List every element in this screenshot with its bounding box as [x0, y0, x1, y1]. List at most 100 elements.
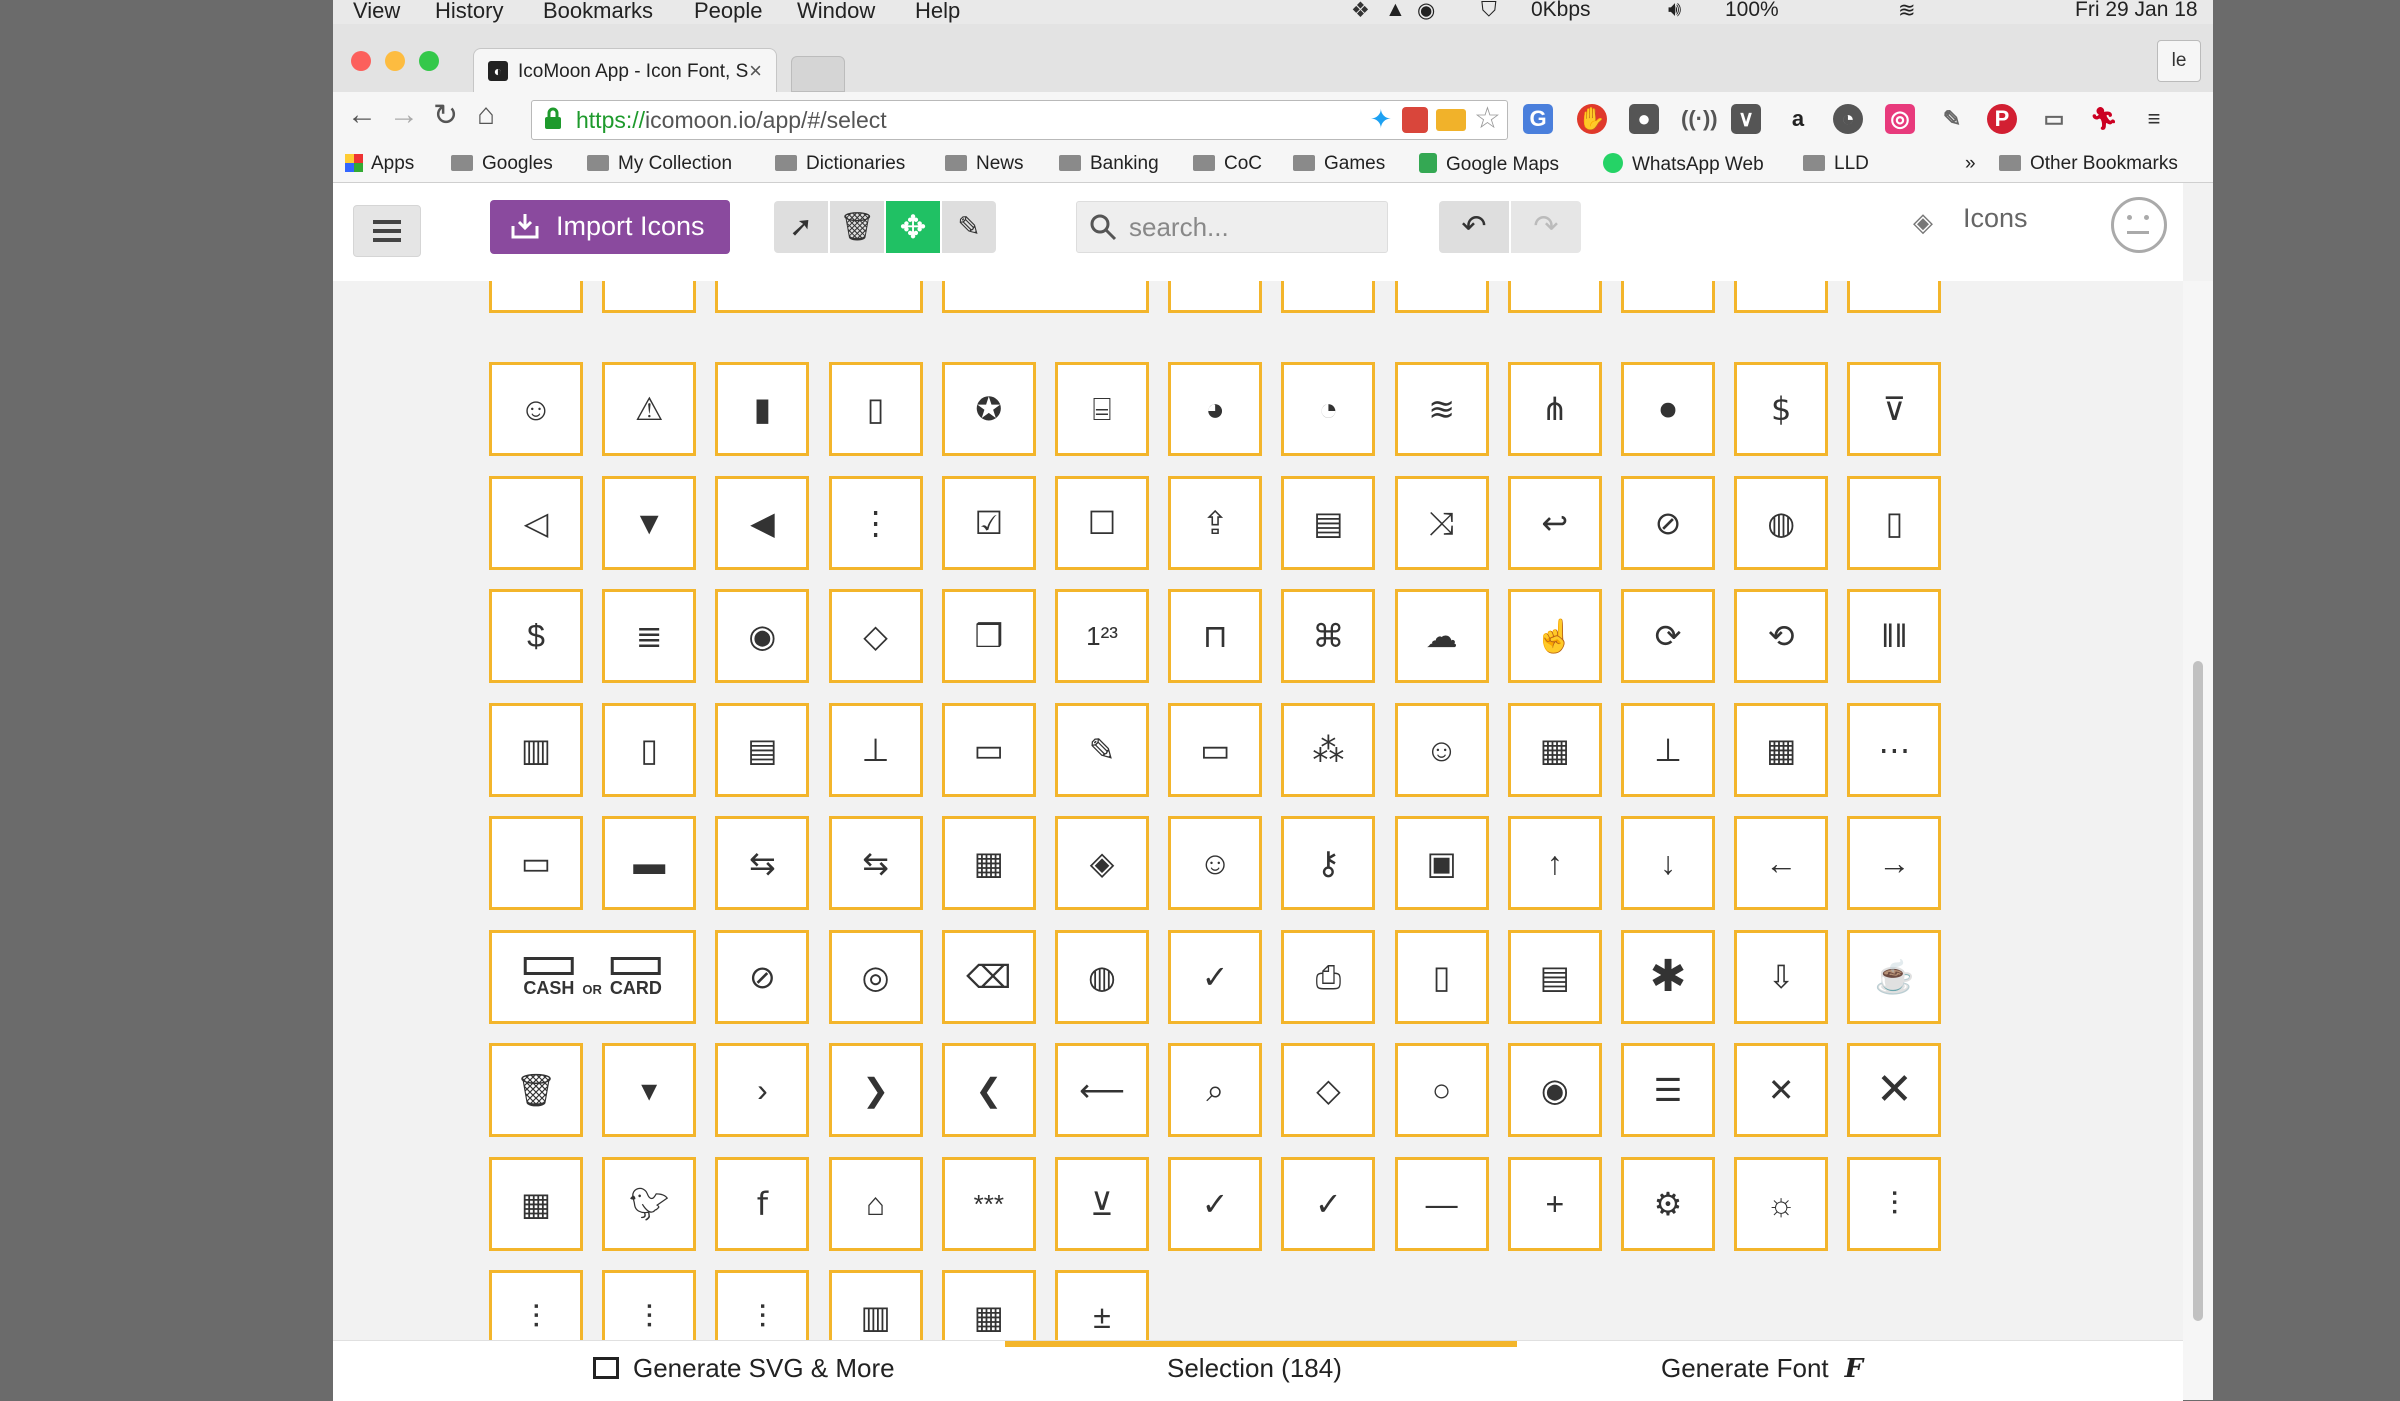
bookmark-apps[interactable]: Apps [345, 153, 414, 175]
icon-tile[interactable]: ⋔ [1507, 362, 1602, 456]
icon-tile[interactable]: ≋ [1394, 362, 1489, 456]
home-icon[interactable]: ⌂ [477, 98, 495, 132]
icon-tile[interactable]: ▯ [1394, 929, 1489, 1024]
icon-tile[interactable]: ◎ [828, 929, 923, 1024]
delete-tool-button[interactable]: 🗑︎ [830, 201, 884, 253]
icon-tile[interactable]: ▦ [1734, 702, 1829, 797]
icon-tile[interactable]: ◕ [1168, 362, 1263, 456]
account-face-icon[interactable] [2111, 197, 2167, 253]
bookmarks-overflow[interactable]: » [1965, 153, 1976, 175]
icon-tile[interactable]: ▮ [715, 362, 810, 456]
search-input[interactable]: search... [1076, 201, 1388, 253]
icon-tile[interactable]: ▤ [715, 702, 810, 797]
main-menu-button[interactable] [353, 205, 421, 257]
icon-tile[interactable]: 🗑︎ [489, 1043, 583, 1137]
icon-tile[interactable]: ▦ [489, 1156, 583, 1251]
generate-svg-button[interactable]: Generate SVG & More [593, 1353, 895, 1384]
icon-tile[interactable]: ◇ [1281, 1043, 1376, 1137]
icon-tile[interactable]: ▭ [941, 702, 1036, 797]
icon-tile[interactable]: ◍ [1734, 475, 1829, 570]
icon-tile[interactable]: ☺ [489, 362, 583, 456]
icon-tile[interactable]: ↩ [1507, 475, 1602, 570]
icon-tile[interactable]: ✱ [1621, 929, 1715, 1024]
icon-tile[interactable]: ⌘ [1281, 589, 1376, 683]
icon-tile[interactable]: ⫶ [1847, 1156, 1942, 1251]
icon-tile[interactable]: ← [1734, 816, 1829, 910]
icon-tile[interactable]: ⇪ [1168, 475, 1263, 570]
icon-tile[interactable]: ✕ [1734, 1043, 1829, 1137]
camera-ext-icon[interactable]: ◎ [1885, 104, 1915, 134]
projects-label[interactable]: Icons [1963, 203, 2028, 234]
adblock-ext-icon[interactable]: ✋ [1577, 104, 1607, 134]
icon-tile[interactable]: ☼ [1734, 1156, 1829, 1251]
icon-tile[interactable]: ▦ [941, 816, 1036, 910]
icon-tile[interactable]: ⊽ [1847, 362, 1942, 456]
icon-tile[interactable]: ▤ [1281, 475, 1376, 570]
icon-tile[interactable]: ◔ [1281, 362, 1376, 456]
connect-ext-icon[interactable]: ((·)) [1681, 104, 1718, 134]
icon-tile[interactable]: ⏺ [1621, 362, 1715, 456]
icon-tile[interactable]: ✓ [1168, 929, 1263, 1024]
icon-tile[interactable]: ◇ [828, 589, 923, 683]
redo-button[interactable]: ↷ [1511, 201, 1581, 253]
icon-tile[interactable]: ✎ [1055, 702, 1149, 797]
icon-tile[interactable]: ⟲ [1734, 589, 1829, 683]
menu-people[interactable]: People [694, 0, 763, 24]
icon-tile[interactable]: ✓ [1168, 1156, 1263, 1251]
edit-tool-button[interactable]: ✎ [942, 201, 996, 253]
ghostery-ext-icon[interactable]: ● [1629, 104, 1659, 134]
icon-tile[interactable]: ‖‖ [1847, 589, 1942, 683]
icon-tile-partial[interactable] [1168, 281, 1263, 313]
icon-tile[interactable]: ☐ [1055, 475, 1149, 570]
icon-tile[interactable]: ↑ [1507, 816, 1602, 910]
bookmark-star-icon[interactable]: ☆ [1474, 101, 1501, 136]
bookmark-lld[interactable]: LLD [1803, 153, 1869, 175]
icon-tile[interactable]: ⌕ [1168, 1043, 1263, 1137]
icon-tile[interactable]: ☝ [1507, 589, 1602, 683]
bookmark-google-maps[interactable]: Google Maps [1419, 153, 1559, 176]
icon-tile[interactable]: ❯ [828, 1043, 923, 1137]
icon-tile[interactable]: ▯ [1847, 475, 1942, 570]
undo-button[interactable]: ↶ [1439, 201, 1509, 253]
icon-tile[interactable]: ⚠ [602, 362, 697, 456]
address-bar[interactable]: https://icomoon.io/app/#/select ✦ ☆ [531, 100, 1508, 140]
bookmark-news[interactable]: News [945, 153, 1024, 175]
barcode-tile-partial[interactable] [715, 281, 923, 313]
active-tab[interactable]: ◐ IcoMoon App - Icon Font, S × [473, 48, 777, 95]
pinterest-ext-icon[interactable]: P [1987, 104, 2017, 134]
icon-tile-partial[interactable] [489, 281, 583, 313]
icon-tile[interactable]: ☁ [1394, 589, 1489, 683]
icon-tile[interactable]: › [715, 1043, 810, 1137]
bookmark-banking[interactable]: Banking [1059, 153, 1159, 175]
mail-ext-icon[interactable] [1436, 109, 1466, 131]
icon-tile[interactable]: ⌂ [828, 1156, 923, 1251]
icon-tile[interactable]: ⌸ [1055, 362, 1149, 456]
icon-tile[interactable]: ⇆ [715, 816, 810, 910]
icon-tile[interactable]: → [1847, 816, 1942, 910]
icon-tile[interactable]: ▤ [1507, 929, 1602, 1024]
dropbox-icon[interactable]: ❖ [1351, 0, 1370, 23]
icon-tile[interactable]: ❒ [941, 589, 1036, 683]
translate-ext-icon[interactable]: G [1523, 104, 1553, 134]
back-icon[interactable]: ← [347, 98, 377, 132]
icon-tile-partial[interactable] [1847, 281, 1942, 313]
wifi-status-icon[interactable]: ≋ [1898, 0, 1916, 23]
icon-tile[interactable]: 1²³ [1055, 589, 1149, 683]
icon-tile[interactable]: $ [1734, 362, 1829, 456]
icon-tile[interactable]: ⎙ [1281, 929, 1376, 1024]
icon-tile[interactable]: *** [941, 1156, 1036, 1251]
icon-tile[interactable]: $ [489, 589, 583, 683]
bookmark-my-collection[interactable]: My Collection [587, 153, 732, 175]
new-tab-button[interactable] [791, 56, 845, 92]
icon-tile[interactable]: ⌫ [941, 929, 1036, 1024]
icon-tile[interactable]: ⟳ [1621, 589, 1715, 683]
icon-tile[interactable]: ▣ [1394, 816, 1489, 910]
minimize-window-button[interactable] [385, 51, 405, 71]
menu-help[interactable]: Help [915, 0, 960, 24]
eyedropper-ext-icon[interactable]: ✎ [1937, 104, 1967, 134]
volume-icon[interactable]: 🔊︎ [1668, 0, 1681, 22]
shield-icon[interactable]: ⛉ [1481, 0, 1497, 22]
menu-window[interactable]: Window [797, 0, 875, 24]
move-tool-button[interactable]: ✥ [886, 201, 940, 253]
icon-tile[interactable]: CASH OR CARD [489, 929, 697, 1024]
